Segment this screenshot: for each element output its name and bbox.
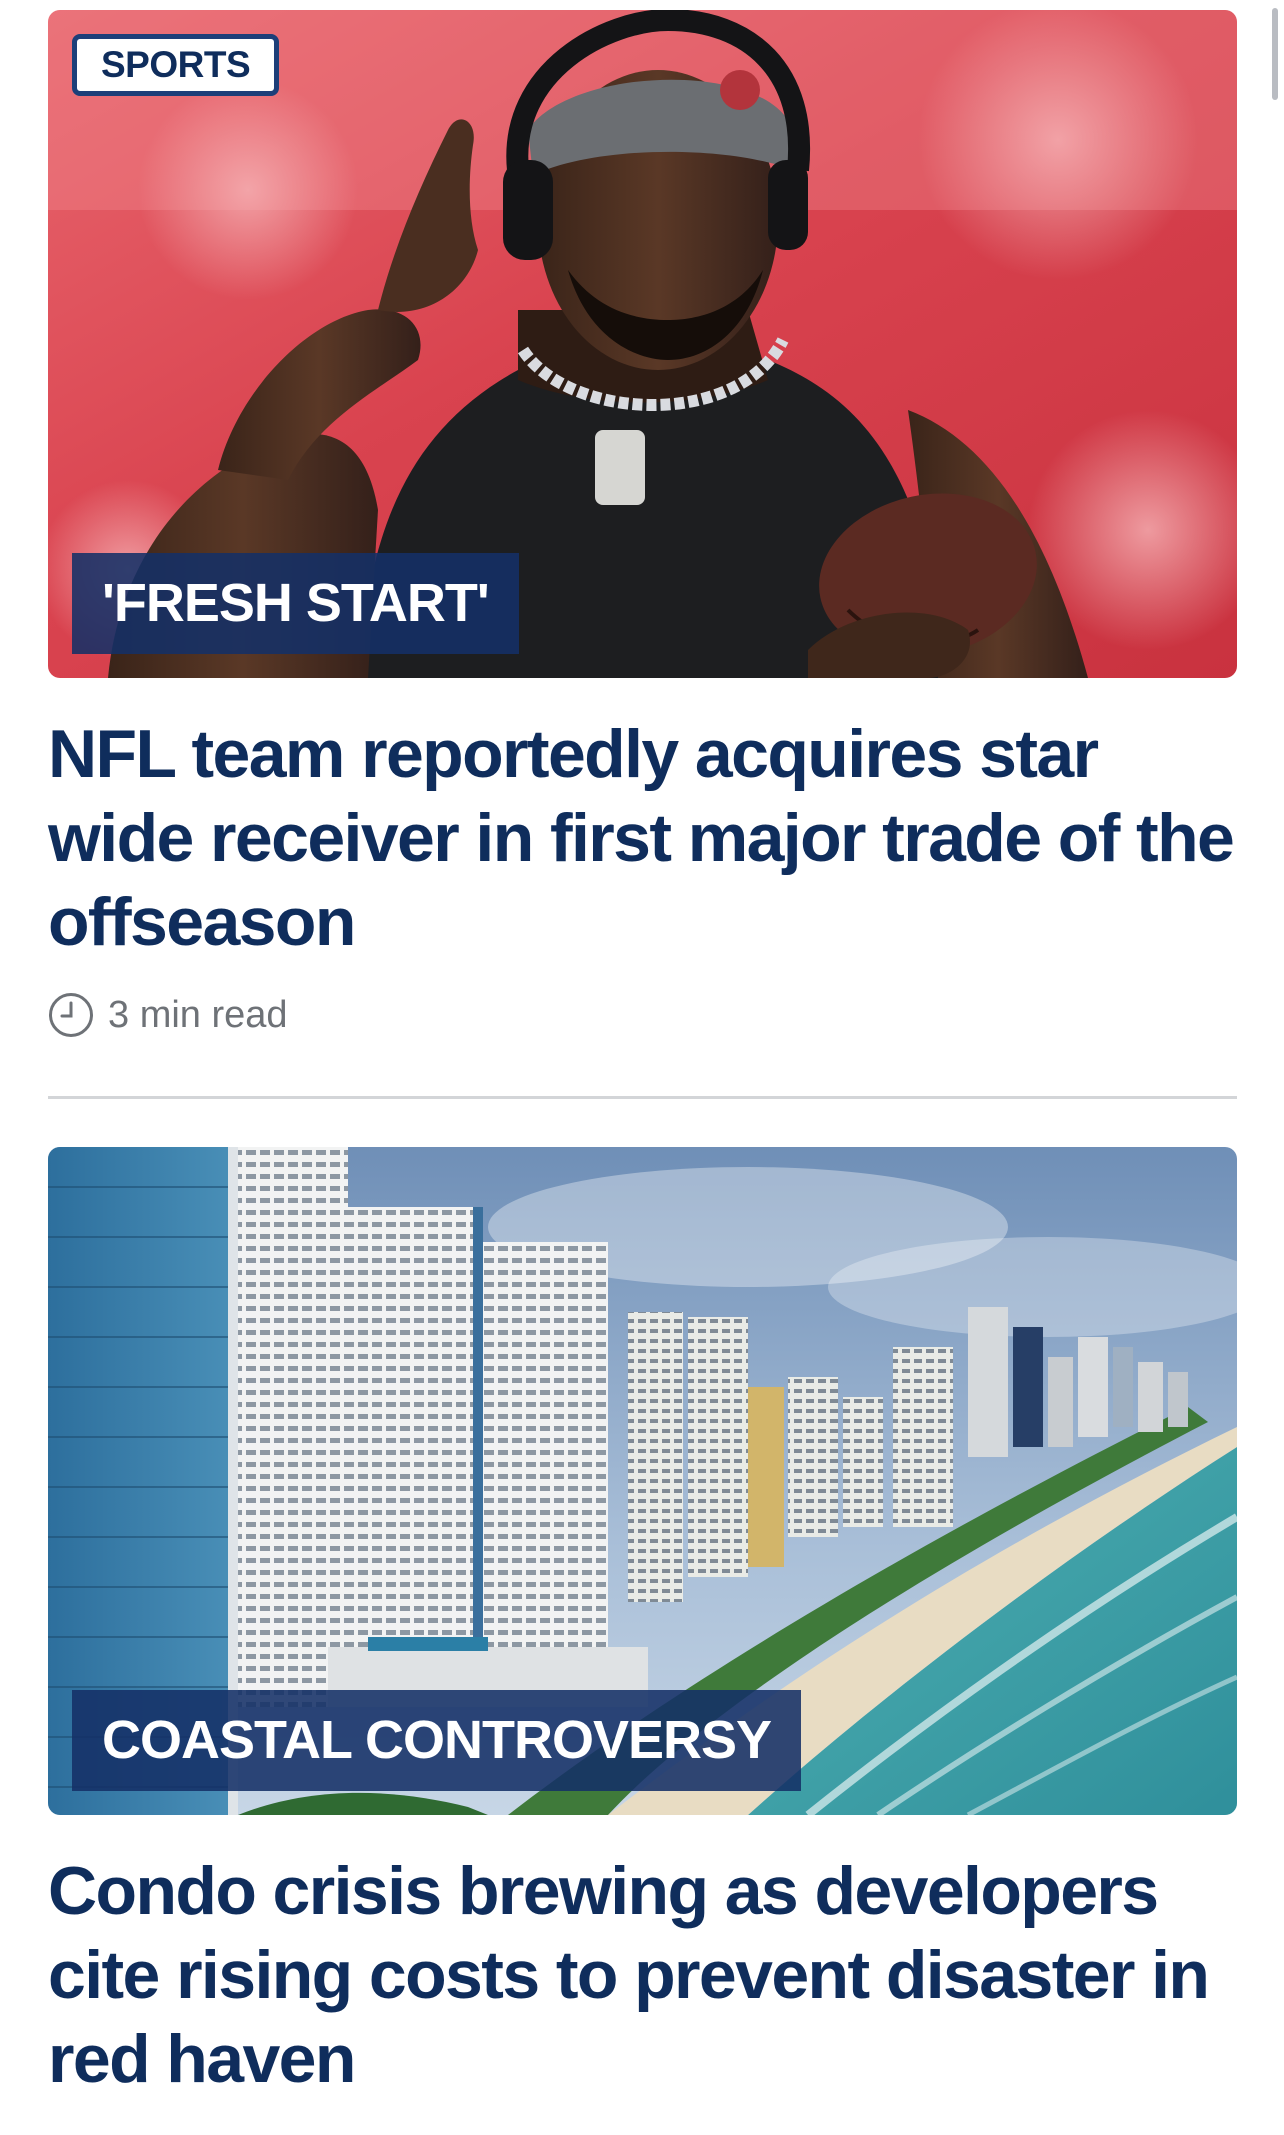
news-feed: SPORTS 'FRESH START' NFL team reportedly… bbox=[0, 0, 1284, 2135]
article-card[interactable]: SPORTS 'FRESH START' NFL team reportedly… bbox=[48, 10, 1237, 1040]
article-kicker: 'FRESH START' bbox=[72, 553, 519, 654]
divider bbox=[48, 1096, 1237, 1099]
article-image[interactable]: SPORTS 'FRESH START' bbox=[48, 10, 1237, 678]
section-badge[interactable]: SPORTS bbox=[72, 34, 280, 96]
article-headline[interactable]: NFL team reportedly acquires star wide r… bbox=[48, 712, 1237, 964]
article-kicker: COASTAL CONTROVERSY bbox=[72, 1690, 802, 1791]
article-image[interactable]: COASTAL CONTROVERSY bbox=[48, 1147, 1237, 1815]
scrollbar[interactable] bbox=[1272, 8, 1278, 100]
article-card[interactable]: COASTAL CONTROVERSY Condo crisis brewing… bbox=[48, 1147, 1237, 2101]
article-meta: 3 min read bbox=[48, 990, 1237, 1040]
clock-icon bbox=[49, 993, 93, 1037]
read-time: 3 min read bbox=[108, 993, 288, 1036]
article-headline[interactable]: Condo crisis brewing as developers cite … bbox=[48, 1849, 1237, 2101]
